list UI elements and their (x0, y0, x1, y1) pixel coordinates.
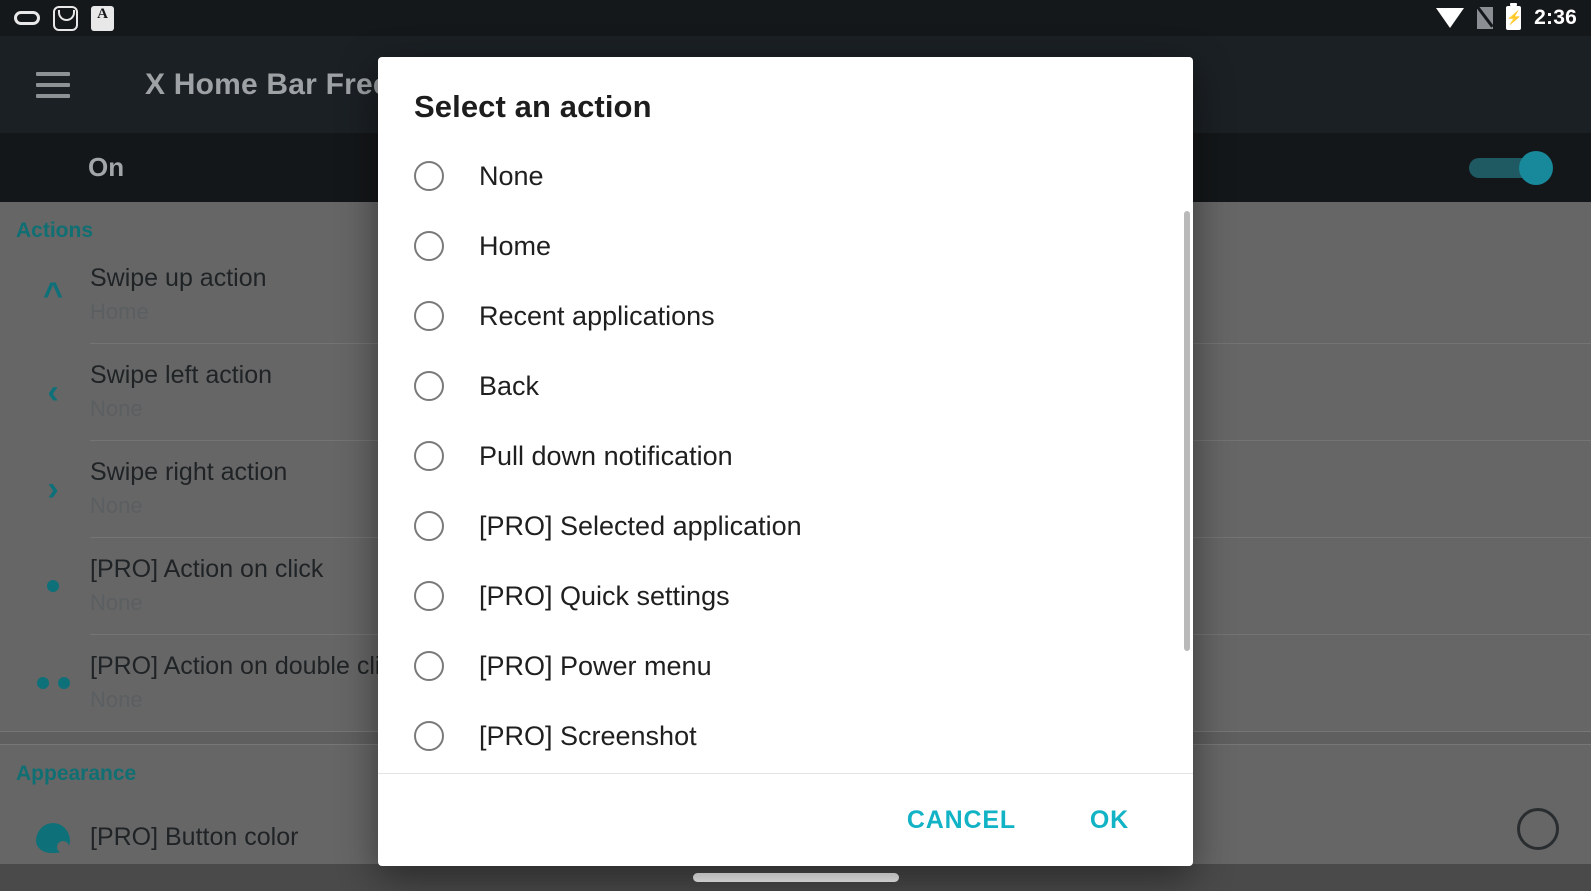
option-label: [PRO] Screenshot (479, 720, 697, 751)
option-pro-screenshot[interactable]: [PRO] Screenshot (378, 701, 1193, 771)
pref-value: None (90, 687, 143, 712)
option-pull-down-notification[interactable]: Pull down notification (378, 421, 1193, 491)
master-switch-toggle[interactable] (1469, 150, 1553, 185)
chevron-right-icon: › (47, 470, 59, 508)
pill-icon (14, 11, 40, 25)
option-label: Recent applications (479, 300, 715, 331)
dialog-title: Select an action (414, 89, 652, 124)
ok-button[interactable]: OK (1068, 792, 1151, 849)
option-label: [PRO] Quick settings (479, 580, 730, 611)
option-label: None (479, 160, 544, 191)
radio-button-icon[interactable] (414, 231, 444, 261)
option-none[interactable]: None (378, 141, 1193, 211)
sim-off-icon (1477, 7, 1494, 29)
option-home[interactable]: Home (378, 211, 1193, 281)
status-bar-left-icons: A (14, 5, 114, 31)
radio-button-icon[interactable] (414, 301, 444, 331)
option-recent-applications[interactable]: Recent applications (378, 281, 1193, 351)
pref-title: [PRO] Action on double click (90, 652, 406, 680)
option-pro-quick-settings[interactable]: [PRO] Quick settings (378, 561, 1193, 631)
floating-circle-button[interactable] (1517, 808, 1559, 850)
pref-title: Swipe left action (90, 361, 273, 389)
radio-button-icon[interactable] (414, 371, 444, 401)
pref-value: None (90, 396, 143, 421)
radio-button-icon[interactable] (414, 651, 444, 681)
system-navigation-bar (0, 864, 1591, 891)
chevron-up-icon: ^ (43, 276, 63, 314)
wifi-icon (1436, 8, 1465, 28)
palette-icon (16, 823, 90, 853)
dialog-options-list[interactable]: None Home Recent applications Back Pull … (378, 135, 1193, 773)
radio-button-icon[interactable] (414, 511, 444, 541)
toggle-thumb (1519, 150, 1553, 185)
radio-button-icon[interactable] (414, 441, 444, 471)
radio-button-icon[interactable] (414, 721, 444, 751)
option-label: Pull down notification (479, 440, 733, 471)
option-back[interactable]: Back (378, 351, 1193, 421)
hamburger-menu-icon[interactable] (36, 71, 70, 98)
radio-button-icon[interactable] (414, 161, 444, 191)
pref-value: None (90, 493, 143, 518)
inbox-icon (53, 5, 78, 31)
status-bar: A 2:36 (0, 0, 1591, 36)
pref-title: [PRO] Action on click (90, 555, 324, 583)
status-bar-right-icons: 2:36 (1436, 3, 1577, 30)
option-label: [PRO] Selected application (479, 510, 802, 541)
option-pro-power-menu[interactable]: [PRO] Power menu (378, 631, 1193, 701)
dialog-scrollbar[interactable] (1184, 211, 1190, 651)
pref-title: [PRO] Button color (90, 823, 299, 851)
status-bar-clock: 2:36 (1534, 6, 1577, 29)
cancel-button[interactable]: CANCEL (885, 792, 1038, 849)
option-pro-selected-application[interactable]: [PRO] Selected application (378, 491, 1193, 561)
radio-button-icon[interactable] (414, 581, 444, 611)
dialog-footer: CANCEL OK (378, 773, 1193, 866)
home-gesture-pill[interactable] (692, 873, 899, 882)
double-dot-icon (16, 677, 90, 689)
option-label: [PRO] Power menu (479, 650, 712, 681)
chevron-left-icon: ‹ (47, 373, 59, 411)
a-badge-icon: A (91, 5, 114, 31)
option-label: Back (479, 370, 540, 401)
battery-charging-icon (1506, 3, 1522, 30)
pref-title: Swipe up action (90, 264, 267, 292)
option-label: Home (479, 230, 552, 261)
page-title: X Home Bar Free (145, 67, 390, 101)
pref-title: Swipe right action (90, 458, 288, 486)
single-dot-icon (16, 580, 90, 592)
master-switch-label: On (88, 152, 125, 182)
pref-value: Home (90, 299, 149, 324)
pref-value: None (90, 590, 143, 615)
screen-root: A 2:36 X Home Bar Free On Actions ^ Swip… (0, 0, 1591, 891)
select-action-dialog: Select an action None Home Recent applic… (378, 57, 1193, 866)
